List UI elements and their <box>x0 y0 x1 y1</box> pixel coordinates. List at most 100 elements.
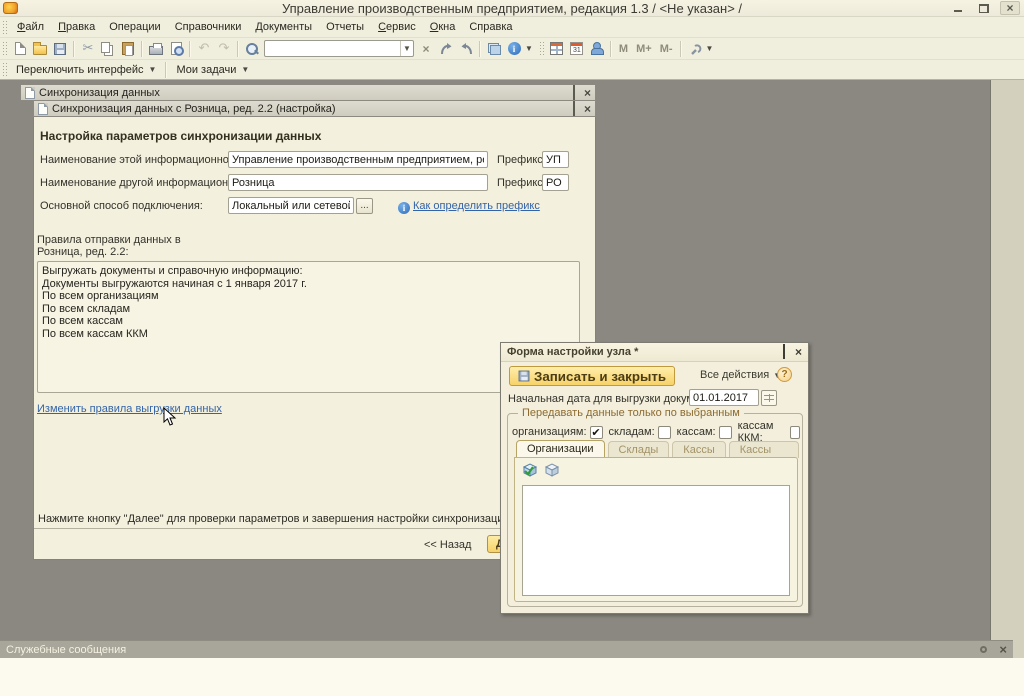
switch-interface-button[interactable]: Переключить интерфейс▼ <box>10 62 162 78</box>
print-icon[interactable] <box>146 39 166 59</box>
toolbar-grip-2[interactable] <box>539 41 544 56</box>
info-dropdown-icon[interactable]: ▼ <box>525 44 533 53</box>
search-combobox[interactable]: ▼ <box>264 40 414 57</box>
checkbox-cashdesks[interactable]: кассам: <box>677 426 732 439</box>
rules-line: По всем кассам <box>42 315 575 328</box>
main-toolbar: ✂ ↶ ↷ ▼ × i ▼ 31 M M+ M- ▼ <box>0 38 1024 60</box>
tab-warehouses[interactable]: Склады <box>608 441 670 458</box>
node-maximize-button[interactable] <box>783 346 785 358</box>
cut-icon[interactable]: ✂ <box>78 39 98 59</box>
search-dropdown-icon[interactable]: ▼ <box>400 41 413 56</box>
back-button[interactable]: << Назад <box>424 539 471 551</box>
save-icon[interactable] <box>50 39 70 59</box>
organizations-list[interactable] <box>522 485 790 596</box>
settings-wrench-icon[interactable] <box>685 39 705 59</box>
start-date-input[interactable] <box>689 389 759 406</box>
tab-organizations[interactable]: Организации <box>516 440 605 458</box>
prefix-input-2[interactable] <box>542 174 569 191</box>
prefix-input-1[interactable] <box>542 151 569 168</box>
menubar-grip[interactable] <box>2 20 7 35</box>
print-preview-icon[interactable] <box>166 39 186 59</box>
prefix-label-1: Префикс: <box>497 154 546 166</box>
organizations-checkbox[interactable]: ✔ <box>590 426 603 439</box>
find-next-icon[interactable] <box>456 39 476 59</box>
messages-close-icon[interactable]: × <box>999 645 1007 655</box>
document-icon <box>25 87 35 99</box>
info-icon[interactable]: i <box>504 39 524 59</box>
open-icon[interactable] <box>30 39 50 59</box>
menubar: Файл Правка Операции Справочники Докумен… <box>0 17 1024 38</box>
menu-reports[interactable]: Отчеты <box>319 18 371 36</box>
other-base-input[interactable] <box>228 174 488 191</box>
checkbox-organizations[interactable]: организациям:✔ <box>512 426 603 439</box>
paste-icon[interactable] <box>118 39 138 59</box>
checkbox-warehouses[interactable]: складам: <box>609 426 671 439</box>
list-toolbar <box>522 462 560 480</box>
node-close-button[interactable]: × <box>795 347 802 357</box>
memory-recall-button[interactable]: M <box>615 43 632 55</box>
warehouses-checkbox[interactable] <box>658 426 671 439</box>
search-input[interactable] <box>265 42 400 55</box>
wizard-hint: Нажмите кнопку "Далее" для проверки пара… <box>38 513 554 525</box>
tab-cashdesks[interactable]: Кассы <box>672 441 725 458</box>
save-and-close-button[interactable]: Записать и закрыть <box>509 366 675 386</box>
calculator-icon[interactable] <box>547 39 567 59</box>
clear-search-icon[interactable]: × <box>416 39 436 59</box>
pick-items-icon[interactable] <box>522 462 538 480</box>
connection-more-button[interactable]: ... <box>356 198 373 214</box>
minimize-button[interactable] <box>948 1 968 15</box>
this-base-input[interactable] <box>228 151 488 168</box>
my-tasks-button[interactable]: Мои задачи▼ <box>170 62 255 78</box>
pin-icon[interactable] <box>980 646 987 653</box>
new-document-icon[interactable] <box>10 39 30 59</box>
rules-line: По всем кассам ККМ <box>42 328 575 341</box>
change-rules-link[interactable]: Изменить правила выгрузки данных <box>37 403 222 415</box>
menu-file[interactable]: Файл <box>10 18 51 36</box>
node-dialog-titlebar[interactable]: Форма настройки узла * × <box>501 343 808 362</box>
close-button[interactable]: × <box>1000 1 1020 15</box>
calendar-icon[interactable]: 31 <box>567 39 587 59</box>
menu-documents[interactable]: Документы <box>248 18 319 36</box>
sync-data-titlebar[interactable]: Синхронизация данных × <box>20 84 596 101</box>
kkm-checkbox[interactable] <box>790 426 800 439</box>
setup-maximize-button[interactable] <box>573 103 575 115</box>
service-messages-bar[interactable]: Служебные сообщения × <box>0 640 1013 658</box>
toolbar2-grip[interactable] <box>2 62 7 77</box>
cashdesks-checkbox[interactable] <box>719 426 732 439</box>
sync-window-maximize-button[interactable] <box>573 87 575 99</box>
tab-kkm[interactable]: Кассы ККМ <box>729 441 799 458</box>
user-permissions-icon[interactable] <box>587 39 607 59</box>
prefix-help-icon: i <box>398 202 410 214</box>
memory-minus-button[interactable]: M- <box>656 43 677 55</box>
menu-service[interactable]: Сервис <box>371 18 423 36</box>
find-icon[interactable] <box>242 39 262 59</box>
redo-icon[interactable]: ↷ <box>214 39 234 59</box>
copy-icon[interactable] <box>98 39 118 59</box>
rules-text-area: Выгружать документы и справочную информа… <box>37 261 580 393</box>
restore-button[interactable] <box>974 1 994 15</box>
help-button[interactable]: ? <box>777 367 792 382</box>
memory-plus-button[interactable]: M+ <box>632 43 656 55</box>
menu-catalogs[interactable]: Справочники <box>168 18 249 36</box>
find-previous-icon[interactable] <box>436 39 456 59</box>
menu-edit[interactable]: Правка <box>51 18 102 36</box>
wrench-dropdown-icon[interactable]: ▼ <box>706 44 714 53</box>
document-icon <box>38 103 48 115</box>
connection-method-input[interactable] <box>228 197 354 214</box>
page-title: Настройка параметров синхронизации данны… <box>40 129 321 143</box>
clear-items-icon[interactable] <box>544 462 560 480</box>
all-actions-button[interactable]: Все действия ▼ <box>700 369 781 381</box>
sync-data-window-title: Синхронизация данных <box>39 87 160 99</box>
menu-operations[interactable]: Операции <box>102 18 167 36</box>
setup-close-button[interactable]: × <box>584 104 591 114</box>
undo-icon[interactable]: ↶ <box>194 39 214 59</box>
toolbar-grip[interactable] <box>2 41 7 56</box>
date-picker-icon[interactable] <box>761 390 777 406</box>
windows-icon[interactable] <box>484 39 504 59</box>
node-settings-dialog: Форма настройки узла * × Записать и закр… <box>500 342 809 614</box>
sync-setup-titlebar[interactable]: Синхронизация данных с Розница, ред. 2.2… <box>33 100 596 117</box>
prefix-help-link[interactable]: Как определить префикс <box>413 200 540 212</box>
sync-window-close-button[interactable]: × <box>584 88 591 98</box>
menu-windows[interactable]: Окна <box>423 18 463 36</box>
menu-help[interactable]: Справка <box>462 18 519 36</box>
